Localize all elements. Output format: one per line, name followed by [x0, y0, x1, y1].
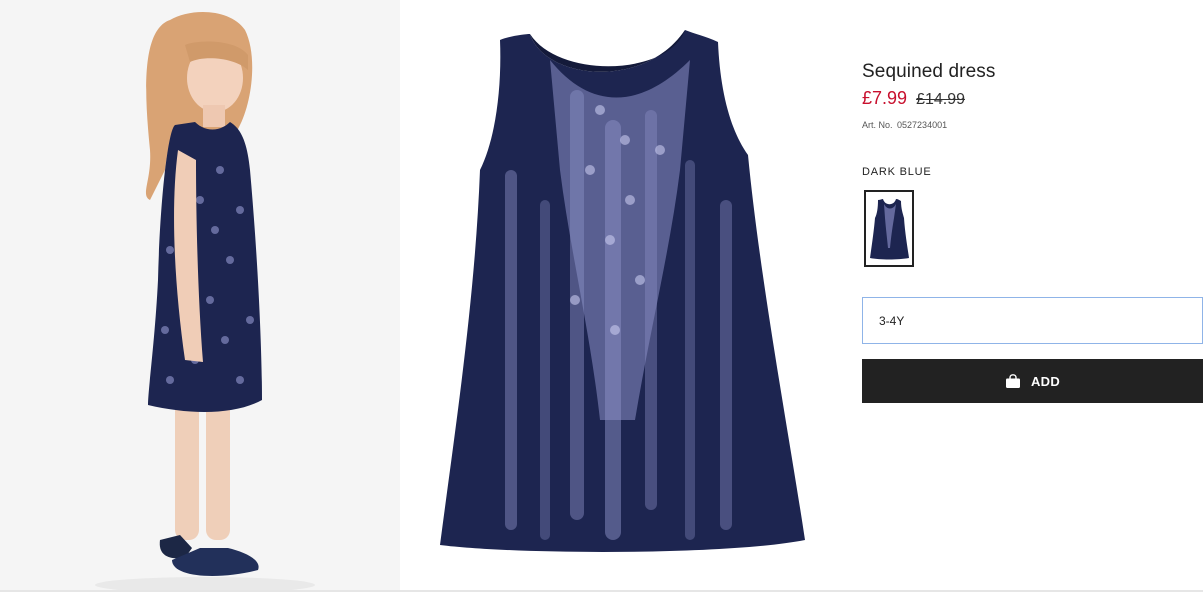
product-title: Sequined dress — [862, 61, 996, 82]
selected-color-label: DARK BLUE — [862, 166, 932, 178]
size-select[interactable]: 3-4Y — [862, 297, 1203, 344]
color-swatch-dark-blue[interactable] — [864, 190, 914, 267]
sale-price: £7.99 — [862, 88, 908, 108]
dress-product-illustration — [400, 0, 840, 592]
add-button-label: ADD — [1030, 373, 1061, 389]
product-info-panel: Sequined dress £7.99 £14.99 Art. No. 052… — [862, 0, 1203, 592]
add-to-bag-button[interactable]: ADD — [862, 359, 1203, 403]
swatch-dress-thumbnail — [868, 194, 910, 263]
original-price: £14.99 — [916, 91, 965, 108]
model-photo[interactable] — [0, 0, 400, 592]
article-number: Art. No. 0527234001 — [862, 120, 947, 130]
price-row: £7.99 £14.99 — [862, 88, 965, 109]
product-photo[interactable] — [400, 0, 840, 592]
article-number-label: Art. No. — [862, 120, 893, 130]
selected-size: 3-4Y — [879, 313, 905, 328]
shopping-bag-icon — [1005, 374, 1021, 388]
article-number-value: 0527234001 — [897, 120, 948, 130]
model-photo-illustration — [0, 0, 400, 592]
